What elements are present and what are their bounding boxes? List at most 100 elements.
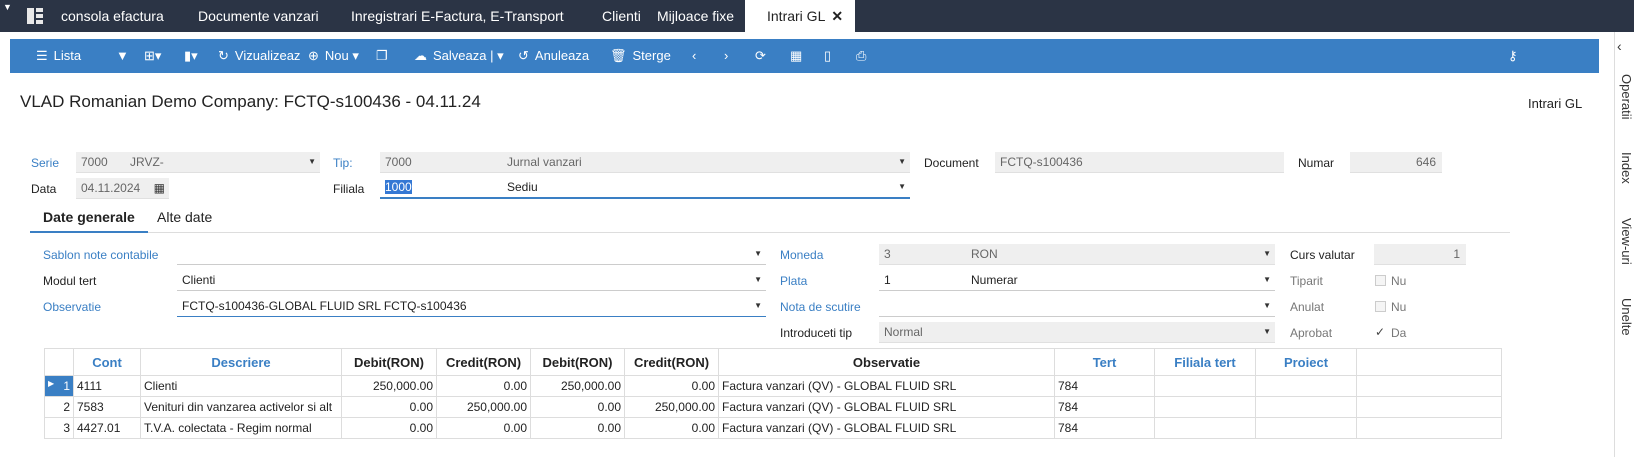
cell-credit[interactable]: 0.00 xyxy=(436,375,531,397)
salveaza-button[interactable]: ☁ Salveaza | ▾ xyxy=(414,39,504,73)
col-debit-ron[interactable]: Debit(RON) xyxy=(341,348,437,376)
plata-label[interactable]: Plata xyxy=(780,274,807,288)
side-tab-index[interactable]: Index xyxy=(1612,152,1634,184)
cell-debit[interactable]: 250,000.00 xyxy=(341,375,437,397)
tip-field[interactable]: 7000 Jurnal vanzari ▼ xyxy=(380,152,910,173)
cell-proiect[interactable] xyxy=(1255,396,1357,418)
side-tab-view-uri[interactable]: View-uri xyxy=(1612,218,1634,265)
cell-cont[interactable]: 4111 xyxy=(73,375,141,397)
aprobat-check-icon[interactable]: ✓ xyxy=(1375,325,1385,339)
dropdown-arrow-icon[interactable]: ▼ xyxy=(898,152,906,172)
tab-alte-date[interactable]: Alte date xyxy=(157,209,212,233)
cell-filiala-tert[interactable] xyxy=(1154,396,1256,418)
cell-cont[interactable]: 4427.01 xyxy=(73,417,141,439)
cell-credit-2[interactable]: 250,000.00 xyxy=(624,396,719,418)
observatie-label[interactable]: Observatie xyxy=(43,300,101,314)
dropdown-arrow-icon[interactable]: ▼ xyxy=(308,152,316,172)
row-number[interactable]: 2 xyxy=(44,396,74,418)
cell-proiect[interactable] xyxy=(1255,417,1357,439)
col-proiect[interactable]: Proiect xyxy=(1255,348,1357,376)
nota-scutire-field[interactable]: ▼ xyxy=(879,296,1275,317)
cell-filiala-tert[interactable] xyxy=(1154,375,1256,397)
observatie-field[interactable]: FCTQ-s100436-GLOBAL FLUID SRL FCTQ-s1004… xyxy=(177,296,766,317)
filiala-field[interactable]: 1000 Sediu ▼ xyxy=(380,177,910,199)
moneda-label[interactable]: Moneda xyxy=(780,248,823,262)
cell-debit-2[interactable]: 250,000.00 xyxy=(530,375,625,397)
tab-documente-vanzari[interactable]: Documente vanzari xyxy=(198,0,319,32)
sterge-button[interactable]: 🗑 Sterge xyxy=(610,39,671,73)
anuleaza-button[interactable]: ↺ Anuleaza xyxy=(518,39,589,73)
row-number[interactable]: ▶ 1 xyxy=(44,375,74,397)
moneda-field[interactable]: 3 RON ▼ xyxy=(879,244,1275,265)
menu-caret-icon[interactable]: ▼ xyxy=(3,2,12,12)
dropdown-arrow-icon[interactable]: ▼ xyxy=(754,270,762,290)
tiparit-checkbox[interactable] xyxy=(1375,275,1386,286)
dropdown-arrow-icon[interactable]: ▼ xyxy=(754,296,762,316)
print-button[interactable]: ⎙ xyxy=(856,39,872,73)
filter-button[interactable]: ▼ xyxy=(116,39,135,73)
sablon-field[interactable]: ▼ xyxy=(177,244,766,265)
cell-observatie[interactable]: Factura vanzari (QV) - GLOBAL FLUID SRL xyxy=(718,417,1055,439)
cell-observatie[interactable]: Factura vanzari (QV) - GLOBAL FLUID SRL xyxy=(718,375,1055,397)
cell-cont[interactable]: 7583 xyxy=(73,396,141,418)
tree-button[interactable]: ⊞▾ xyxy=(144,39,167,73)
cell-credit[interactable]: 0.00 xyxy=(436,417,531,439)
tab-clienti[interactable]: Clienti xyxy=(602,0,641,32)
collapse-chevron-icon[interactable]: ‹ xyxy=(1617,38,1622,54)
copy-button[interactable]: ❐ xyxy=(376,39,394,73)
serie-field[interactable]: 7000 JRVZ- ▼ xyxy=(76,152,320,173)
cell-descriere[interactable]: Clienti xyxy=(140,375,342,397)
plata-field[interactable]: 1 Numerar ▼ xyxy=(879,270,1275,291)
grid-view-button[interactable]: ▦ xyxy=(790,39,808,73)
modul-tert-field[interactable]: Clienti ▼ xyxy=(177,270,766,291)
nou-button[interactable]: ⊕ Nou ▾ xyxy=(308,39,359,73)
cell-debit-2[interactable]: 0.00 xyxy=(530,417,625,439)
apps-grid-icon[interactable] xyxy=(27,8,43,24)
curs-valutar-field[interactable]: 1 xyxy=(1374,244,1466,265)
cell-proiect[interactable] xyxy=(1255,375,1357,397)
cell-filiala-tert[interactable] xyxy=(1154,417,1256,439)
reload-button[interactable]: ⟳ xyxy=(755,39,772,73)
table-row[interactable]: ▶ 1 4111 Clienti 250,000.00 0.00 250,000.… xyxy=(44,375,1502,397)
cell-credit-2[interactable]: 0.00 xyxy=(624,417,719,439)
dropdown-arrow-icon[interactable]: ▼ xyxy=(898,177,906,197)
side-tab-unelte[interactable]: Unelte xyxy=(1612,298,1634,336)
tip-label[interactable]: Tip: xyxy=(333,156,353,170)
cell-observatie[interactable]: Factura vanzari (QV) - GLOBAL FLUID SRL xyxy=(718,396,1055,418)
cell-debit-2[interactable]: 0.00 xyxy=(530,396,625,418)
cell-tert[interactable]: 784 xyxy=(1054,396,1155,418)
anulat-checkbox[interactable] xyxy=(1375,301,1386,312)
col-debit-ron-2[interactable]: Debit(RON) xyxy=(530,348,625,376)
prev-button[interactable]: ‹ xyxy=(692,39,702,73)
tab-date-generale[interactable]: Date generale xyxy=(30,209,148,233)
document-field[interactable]: FCTQ-s100436 xyxy=(995,152,1284,173)
col-observatie[interactable]: Observatie xyxy=(718,348,1055,376)
vizualizeaza-button[interactable]: ↻ Vizualizeaz xyxy=(218,39,300,73)
attach-button[interactable]: ▯ xyxy=(824,39,837,73)
numar-field[interactable]: 646 xyxy=(1350,152,1442,173)
tab-inregistrari-efactura[interactable]: Inregistrari E-Factura, E-Transport xyxy=(351,0,564,32)
key-button[interactable]: ⚷ xyxy=(1508,39,1524,73)
col-tert[interactable]: Tert xyxy=(1054,348,1155,376)
tab-intrari-gl[interactable]: Intrari GL ✕ xyxy=(745,0,856,32)
nota-scutire-label[interactable]: Nota de scutire xyxy=(780,300,861,314)
bookmark-button[interactable]: ▮▾ xyxy=(184,39,204,73)
cell-descriere[interactable]: T.V.A. colectata - Regim normal xyxy=(140,417,342,439)
next-button[interactable]: › xyxy=(724,39,734,73)
col-cont[interactable]: Cont xyxy=(73,348,141,376)
table-row[interactable]: 3 4427.01 T.V.A. colectata - Regim norma… xyxy=(44,417,1502,439)
dropdown-arrow-icon[interactable]: ▼ xyxy=(1263,244,1271,264)
col-descriere[interactable]: Descriere xyxy=(140,348,342,376)
cell-tert[interactable]: 784 xyxy=(1054,375,1155,397)
tab-mijloace-fixe[interactable]: Mijloace fixe xyxy=(657,0,734,32)
sablon-label[interactable]: Sablon note contabile xyxy=(43,248,158,262)
dropdown-arrow-icon[interactable]: ▼ xyxy=(1263,296,1271,316)
data-field[interactable]: 04.11.2024 ▦ xyxy=(76,178,169,199)
cell-credit[interactable]: 250,000.00 xyxy=(436,396,531,418)
col-filiala-tert[interactable]: Filiala tert xyxy=(1154,348,1256,376)
table-row[interactable]: 2 7583 Venituri din vanzarea activelor s… xyxy=(44,396,1502,418)
cell-credit-2[interactable]: 0.00 xyxy=(624,375,719,397)
col-credit-ron[interactable]: Credit(RON) xyxy=(436,348,531,376)
close-icon[interactable]: ✕ xyxy=(831,8,843,24)
dropdown-arrow-icon[interactable]: ▼ xyxy=(754,244,762,264)
